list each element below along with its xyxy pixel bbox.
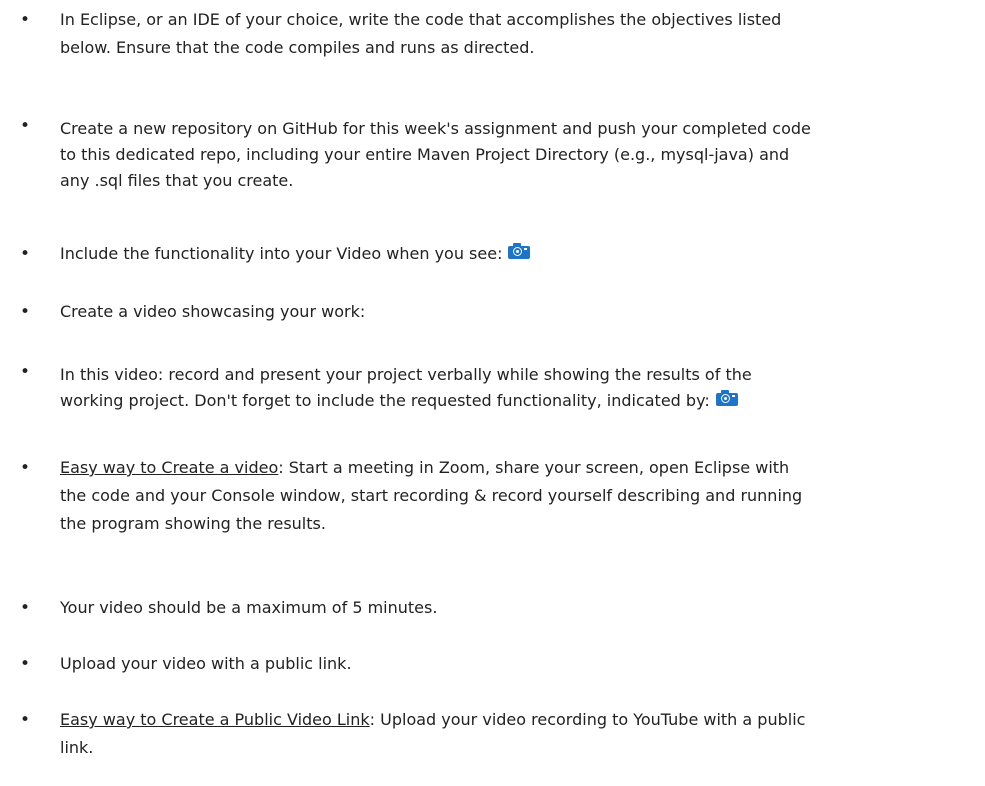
text-line: In Eclipse, or an IDE of your choice, wr…: [60, 10, 782, 29]
text-line: Your video should be a maximum of 5 minu…: [60, 598, 438, 617]
bullet: •: [20, 302, 31, 322]
bullet: •: [20, 598, 31, 618]
bullet: •: [20, 654, 31, 674]
text-line: : Upload your video recording to YouTube…: [369, 710, 806, 729]
list-item-text: Your video should be a maximum of 5 minu…: [60, 598, 965, 618]
bullet: •: [20, 244, 31, 264]
list-item-text: Create a new repository on GitHub for th…: [60, 116, 965, 194]
text-line: below. Ensure that the code compiles and…: [60, 38, 535, 57]
text-line: link.: [60, 738, 94, 757]
text-line: any .sql files that you create.: [60, 171, 294, 190]
text-line: working project. Don't forget to include…: [60, 391, 710, 410]
text-line: Include the functionality into your Vide…: [60, 244, 503, 263]
text-line: Create a video showcasing your work:: [60, 302, 366, 321]
camera-icon: [715, 389, 738, 406]
bullet: •: [20, 710, 31, 730]
assignment-instructions: • In Eclipse, or an IDE of your choice, …: [0, 0, 985, 786]
list-item-text: In this video: record and present your p…: [60, 362, 965, 414]
list-item-text: Create a video showcasing your work:: [60, 302, 965, 322]
camera-icon: [508, 242, 531, 259]
underlined-label: Easy way to Create a video: [60, 458, 279, 477]
list-item-text: Include the functionality into your Vide…: [60, 242, 965, 264]
text-line: : Start a meeting in Zoom, share your sc…: [278, 458, 790, 477]
underlined-label: Easy way to Create a Public Video Link: [60, 710, 370, 729]
list-item-text: In Eclipse, or an IDE of your choice, wr…: [60, 10, 965, 58]
bullet: •: [20, 458, 31, 478]
text-line: Upload your video with a public link.: [60, 654, 352, 673]
text-line: the program showing the results.: [60, 514, 326, 533]
text-line: the code and your Console window, start …: [60, 486, 803, 505]
list-item-text: Easy way to Create a Public Video Link: …: [60, 710, 965, 758]
text-line: In this video: record and present your p…: [60, 365, 752, 384]
text-line: Create a new repository on GitHub for th…: [60, 119, 811, 138]
bullet: •: [20, 362, 31, 382]
bullet: •: [20, 10, 31, 30]
bullet: •: [20, 116, 31, 136]
text-line: to this dedicated repo, including your e…: [60, 145, 790, 164]
list-item-text: Upload your video with a public link.: [60, 654, 965, 674]
list-item-text: Easy way to Create a video: Start a meet…: [60, 458, 965, 534]
